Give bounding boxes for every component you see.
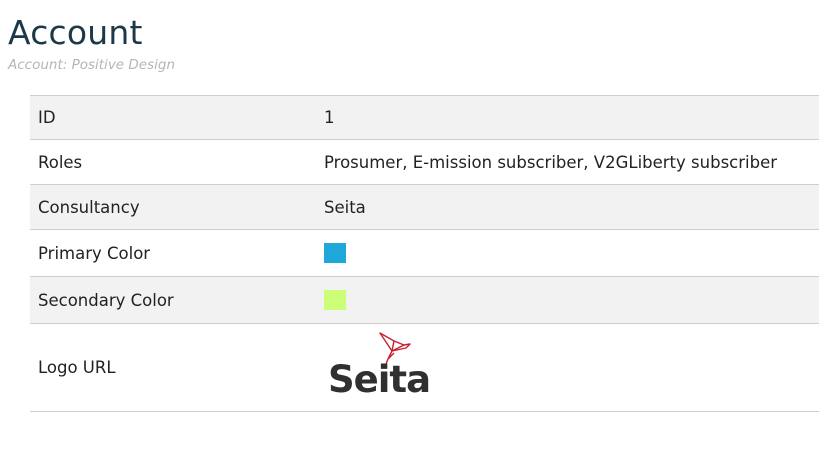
account-details-table: ID 1 Roles Prosumer, E-mission subscribe… [30, 95, 819, 412]
row-label: Logo URL [30, 323, 316, 412]
table-row-logo-url: Logo URL Seita [30, 323, 819, 412]
row-label: ID [30, 95, 316, 140]
table-row-secondary-color: Secondary Color [30, 276, 819, 324]
table-row-primary-color: Primary Color [30, 229, 819, 277]
consultancy-value: Seita [316, 184, 819, 230]
row-label: Consultancy [30, 184, 316, 230]
secondary-color-swatch [324, 289, 346, 310]
row-label: Primary Color [30, 229, 316, 277]
row-label: Roles [30, 139, 316, 185]
row-label: Secondary Color [30, 276, 316, 324]
roles-value: Prosumer, E-mission subscriber, V2GLiber… [316, 139, 819, 185]
primary-color-swatch [324, 242, 346, 263]
table-row-id: ID 1 [30, 95, 819, 140]
seita-logo: Seita [324, 331, 436, 405]
table-row-roles: Roles Prosumer, E-mission subscriber, V2… [30, 139, 819, 185]
logo-wordmark: Seita [328, 357, 431, 401]
page-title: Account [8, 13, 143, 52]
table-row-consultancy: Consultancy Seita [30, 184, 819, 230]
page-subtitle: Account: Positive Design [8, 57, 176, 73]
account-id-value: 1 [316, 95, 819, 140]
